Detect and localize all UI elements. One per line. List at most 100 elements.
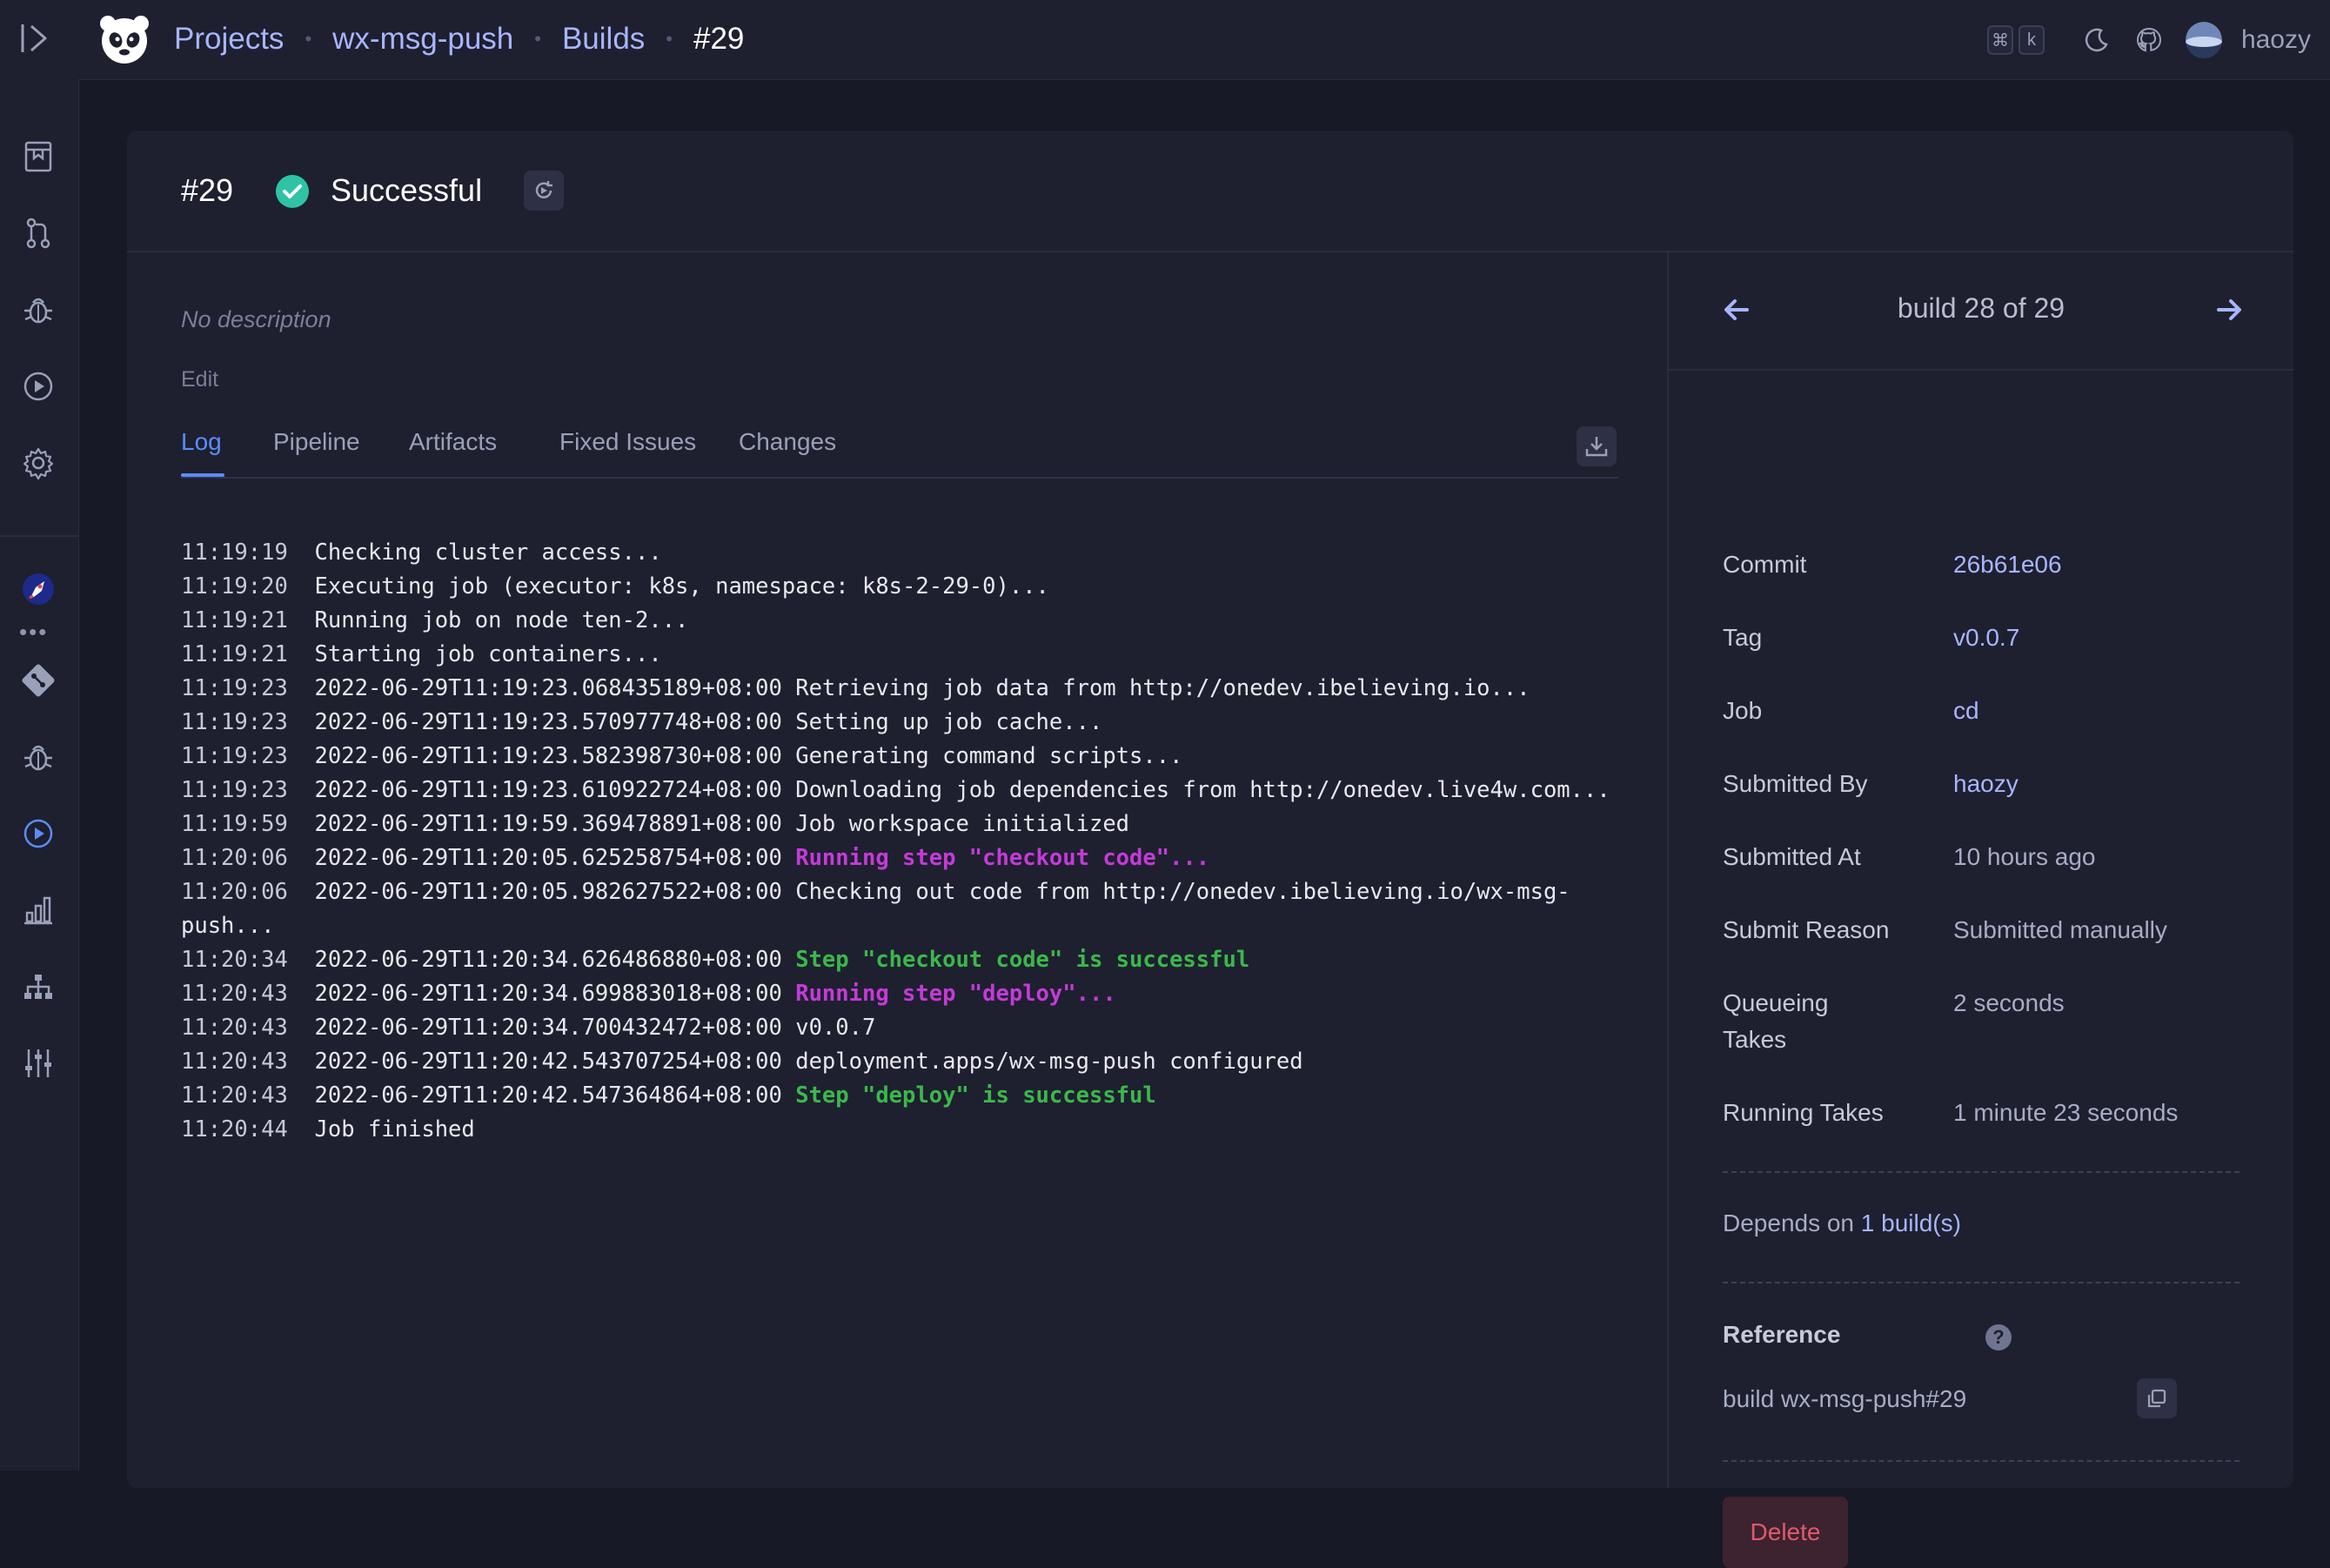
help-question-icon[interactable]: ? (1985, 1324, 2012, 1350)
next-build-arrow-icon[interactable] (2212, 292, 2246, 327)
breadcrumb-current: #29 (693, 22, 745, 56)
settings-gear-icon[interactable] (17, 442, 59, 484)
statistics-chart-icon[interactable] (17, 889, 59, 931)
k-key: k (2018, 25, 2045, 55)
log-line: 11:19:23 2022-06-29T11:19:23.570977748+0… (181, 706, 1625, 740)
bug-icon[interactable] (17, 289, 59, 331)
copy-reference-button[interactable] (2137, 1378, 2177, 1418)
log-timestamp: 11:20:44 (181, 1116, 315, 1142)
username[interactable]: haozy (2241, 25, 2311, 55)
breadcrumb-separator: • (666, 28, 673, 50)
submit-reason-value: Submitted manually (1953, 916, 2167, 943)
log-line: 11:19:59 2022-06-29T11:19:59.369478891+0… (181, 807, 1625, 841)
submit-reason-label: Submit Reason (1723, 916, 1890, 943)
log-timestamp: 11:19:23 (181, 743, 315, 769)
pull-request-icon[interactable] (17, 212, 59, 254)
commit-link[interactable]: 26b61e06 (1953, 546, 2284, 583)
breadcrumb: Projects • wx-msg-push • Builds • #29 (174, 17, 744, 61)
success-check-icon (275, 174, 310, 209)
log-line: 11:20:44 Job finished (181, 1113, 1625, 1147)
sidebar-divider (0, 535, 78, 537)
breadcrumb-project[interactable]: wx-msg-push (332, 22, 513, 57)
log-text: Starting job containers... (314, 641, 662, 667)
log-prefix: 2022-06-29T11:20:42.547364864+08:00 (314, 1082, 796, 1109)
delete-build-button[interactable]: Delete (1723, 1497, 1848, 1568)
section-divider (1723, 1171, 2240, 1173)
depends-on: Depends on 1 build(s) (1723, 1210, 1961, 1237)
log-line: 11:20:43 2022-06-29T11:20:34.700432472+0… (181, 1011, 1625, 1045)
rerun-button[interactable] (524, 171, 564, 211)
sidebar: ••• (0, 79, 79, 1471)
build-header: #29 Successful (127, 131, 2293, 252)
queueing-takes-label: Queueing Takes (1723, 989, 1829, 1053)
tab-artifacts[interactable]: Artifacts (409, 428, 497, 456)
github-icon[interactable] (2133, 24, 2165, 56)
log-line: 11:19:21 Starting job containers... (181, 638, 1625, 672)
breadcrumb-projects[interactable]: Projects (174, 22, 284, 57)
builds-play-icon[interactable] (17, 813, 59, 854)
log-timestamp: 11:19:23 (181, 709, 315, 735)
log-line: 11:19:23 2022-06-29T11:19:23.610922724+0… (181, 774, 1625, 807)
submitted-at-label: Submitted At (1723, 843, 1861, 870)
submitter-link[interactable]: haozy (1953, 766, 2284, 802)
build-info-pane: build 28 of 29 Commit 26b61e06 Tag v0.0.… (1669, 252, 2293, 1568)
breadcrumb-separator: • (305, 28, 312, 50)
build-tabs: Log Pipeline Artifacts Fixed Issues Chan… (181, 423, 1618, 479)
onedev-logo-icon[interactable] (96, 12, 153, 66)
download-log-button[interactable] (1577, 426, 1617, 466)
log-timestamp: 11:19:23 (181, 777, 315, 803)
log-text: Step "checkout code" is successful (795, 947, 1250, 973)
log-line: 11:20:06 2022-06-29T11:20:05.625258754+0… (181, 841, 1625, 875)
project-rocket-icon[interactable] (17, 568, 59, 610)
build-detail-card: #29 Successful No description Edit Log P… (127, 131, 2293, 1568)
build-log: 11:19:19 Checking cluster access... 11:19… (181, 536, 1625, 1147)
dependencies-link[interactable]: 1 build(s) (1861, 1210, 1961, 1236)
bookmark-icon[interactable] (17, 136, 59, 178)
log-prefix: 2022-06-29T11:20:05.625258754+08:00 (314, 845, 796, 871)
log-timestamp: 11:19:19 (181, 539, 315, 566)
reference-title: Reference (1723, 1321, 1841, 1348)
build-navigation: build 28 of 29 (1669, 252, 2293, 371)
log-line: 11:20:06 2022-06-29T11:20:05.982627522+0… (181, 875, 1625, 943)
running-takes-label: Running Takes (1723, 1099, 1884, 1126)
log-text: 2022-06-29T11:19:23.610922724+08:00 Down… (314, 777, 1610, 803)
log-text: Job finished (314, 1116, 475, 1142)
download-icon (1585, 437, 1608, 457)
log-line: 11:19:20 Executing job (executor: k8s, n… (181, 570, 1625, 604)
submitted-by-label: Submitted By (1723, 770, 1868, 797)
queueing-takes-value: 2 seconds (1953, 989, 2065, 1016)
tag-link[interactable]: v0.0.7 (1953, 620, 2284, 656)
build-description: No description (181, 306, 331, 332)
user-avatar[interactable] (2185, 22, 2222, 58)
tab-fixed-issues[interactable]: Fixed Issues (559, 428, 696, 456)
git-icon[interactable] (17, 660, 59, 701)
sidebar-toggle-icon[interactable] (16, 19, 54, 57)
project-bug-icon[interactable] (17, 736, 59, 778)
edit-description-link[interactable]: Edit (181, 367, 218, 392)
tab-pipeline[interactable]: Pipeline (273, 428, 360, 456)
tab-changes[interactable]: Changes (739, 428, 836, 456)
play-circle-icon[interactable] (17, 365, 59, 407)
hierarchy-icon[interactable] (17, 966, 59, 1008)
log-prefix: 2022-06-29T11:20:34.626486880+08:00 (314, 947, 796, 973)
log-text: Running job on node ten-2... (314, 607, 689, 633)
command-palette-shortcut[interactable]: ⌘ k (1986, 25, 2050, 55)
copy-icon (2147, 1389, 2166, 1408)
log-text: Executing job (executor: k8s, namespace:… (314, 573, 1049, 600)
log-timestamp: 11:19:21 (181, 641, 315, 667)
build-log-pane: No description Edit Log Pipeline Artifac… (127, 252, 1669, 1488)
running-takes-value: 1 minute 23 seconds (1953, 1099, 2179, 1126)
build-position-label: build 28 of 29 (1897, 292, 2066, 324)
breadcrumb-builds[interactable]: Builds (562, 22, 645, 57)
log-text: 2022-06-29T11:19:23.582398730+08:00 Gene… (314, 743, 1183, 769)
log-timestamp: 11:19:21 (181, 607, 315, 633)
sliders-icon[interactable] (17, 1042, 59, 1084)
dark-mode-moon-icon[interactable] (2081, 24, 2112, 56)
section-divider (1723, 1282, 2240, 1283)
log-timestamp: 11:20:43 (181, 1049, 315, 1075)
depends-on-label: Depends on (1723, 1210, 1861, 1236)
tab-log[interactable]: Log (181, 428, 222, 456)
job-link[interactable]: cd (1953, 693, 2284, 729)
more-dots-icon[interactable]: ••• (19, 619, 48, 646)
cmd-key: ⌘ (1986, 25, 2013, 55)
